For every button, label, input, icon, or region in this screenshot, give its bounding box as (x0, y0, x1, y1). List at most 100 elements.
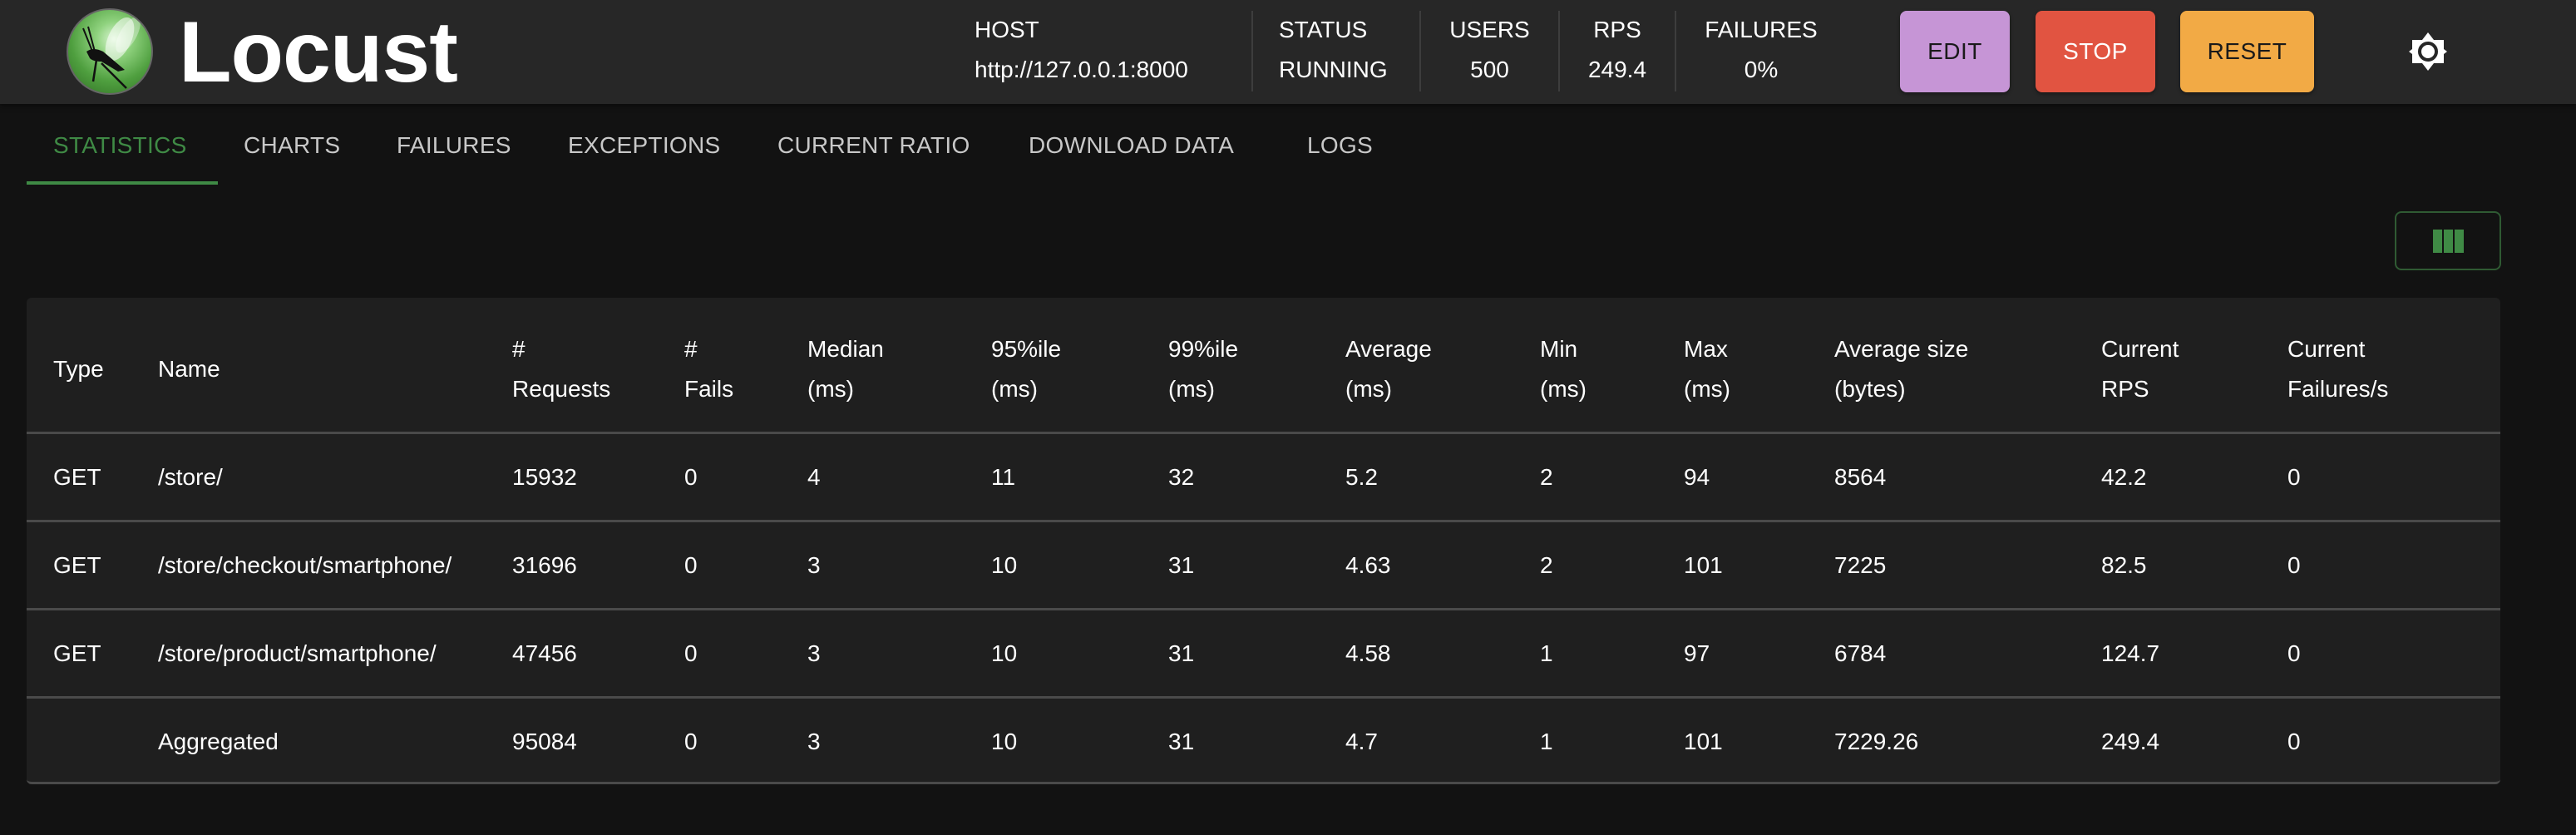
col-header-current-failures[interactable]: Current Failures/s (2287, 329, 2388, 409)
stat-rps: RPS 249.4 (1560, 15, 1675, 90)
cell-requests: 31696 (512, 552, 577, 578)
col-header-line: Fails (684, 376, 734, 402)
top-bar: Locust HOST http://127.0.0.1:8000 STATUS… (0, 0, 2576, 104)
cell-requests: 95084 (512, 729, 577, 754)
col-header-average-size[interactable]: Average size (bytes) (1834, 329, 1968, 409)
cell-current-failures: 0 (2287, 640, 2301, 666)
stat-status-label: STATUS (1279, 17, 1368, 42)
col-header-average[interactable]: Average (ms) (1345, 329, 1432, 409)
cell-current-failures: 0 (2287, 464, 2301, 490)
cell-current-rps: 124.7 (2101, 640, 2160, 666)
col-header-line: (ms) (1345, 376, 1392, 402)
cell-name: /store/ (158, 464, 223, 490)
stat-failures-value: 0% (1744, 57, 1779, 82)
col-header-line: Average (1345, 336, 1432, 362)
col-header-line: 95%ile (991, 336, 1062, 362)
col-header-current-rps[interactable]: Current RPS (2101, 329, 2179, 409)
col-header-line: Current (2287, 336, 2366, 362)
cell-p99: 31 (1168, 729, 1195, 754)
cell-avg-size: 7225 (1834, 552, 1887, 578)
col-header-line: Average size (1834, 336, 1969, 362)
col-header-line: Requests (512, 376, 611, 402)
cell-average: 4.7 (1345, 729, 1378, 754)
col-header-line: (ms) (1540, 376, 1587, 402)
table-row: Aggregated 95084 0 3 10 31 4.7 1 101 7229.26 249.4… (27, 696, 2500, 782)
stop-button[interactable]: STOP (2036, 11, 2155, 92)
stat-users: USERS 500 (1421, 15, 1558, 90)
stat-rps-label: RPS (1593, 17, 1641, 42)
cell-requests: 15932 (512, 464, 577, 490)
col-header-line: Max (1684, 336, 1728, 362)
cell-max: 97 (1684, 640, 1710, 666)
col-header-max[interactable]: Max (ms) (1684, 329, 1730, 409)
cell-median: 3 (807, 552, 821, 578)
cell-fails: 0 (684, 464, 698, 490)
col-header-median[interactable]: Median (ms) (807, 329, 884, 409)
column-selector-button[interactable] (2395, 211, 2501, 270)
col-header-line: Min (1540, 336, 1578, 362)
cell-p95: 10 (991, 729, 1018, 754)
tab-current-ratio[interactable]: CURRENT RATIO (777, 116, 970, 186)
col-header-99ile[interactable]: 99%ile (ms) (1168, 329, 1238, 409)
cell-min: 2 (1540, 552, 1553, 578)
brightness-icon[interactable] (2408, 32, 2448, 72)
cell-fails: 0 (684, 640, 698, 666)
tab-download-data[interactable]: DOWNLOAD DATA (1029, 116, 1234, 186)
col-header-line: (ms) (807, 376, 854, 402)
cell-current-rps: 82.5 (2101, 552, 2147, 578)
locust-logo-icon (67, 8, 153, 95)
col-header-95ile[interactable]: 95%ile (ms) (991, 329, 1061, 409)
tab-failures[interactable]: FAILURES (397, 116, 511, 186)
cell-name: /store/product/smartphone/ (158, 640, 437, 666)
cell-median: 3 (807, 729, 821, 754)
col-header-fails[interactable]: # Fails (684, 329, 733, 409)
cell-avg-size: 8564 (1834, 464, 1887, 490)
tab-statistics[interactable]: STATISTICS (53, 116, 187, 186)
col-header-line: 99%ile (1168, 336, 1239, 362)
cell-p95: 10 (991, 552, 1018, 578)
col-header-type[interactable]: Type (53, 349, 104, 389)
col-header-name[interactable]: Name (158, 349, 220, 389)
stat-failures-label: FAILURES (1705, 17, 1818, 42)
stat-host-value: http://127.0.0.1:8000 (975, 57, 1188, 82)
tab-exceptions[interactable]: EXCEPTIONS (568, 116, 720, 186)
col-header-line: Median (807, 336, 884, 362)
stat-status-value: RUNNING (1279, 57, 1388, 82)
reset-button[interactable]: RESET (2180, 11, 2314, 92)
cell-p99: 31 (1168, 552, 1195, 578)
cell-p99: 31 (1168, 640, 1195, 666)
stat-users-label: USERS (1449, 17, 1530, 42)
stat-failures: FAILURES 0% (1676, 15, 1846, 90)
stat-rps-value: 249.4 (1587, 57, 1647, 82)
col-header-line: (bytes) (1834, 376, 1906, 402)
tab-charts[interactable]: CHARTS (244, 116, 340, 186)
cell-name: Aggregated (158, 729, 279, 754)
active-tab-indicator (27, 181, 218, 185)
cell-median: 4 (807, 464, 821, 490)
col-header-requests[interactable]: # Requests (512, 329, 610, 409)
cell-requests: 47456 (512, 640, 577, 666)
cell-p95: 11 (991, 464, 1016, 490)
stat-users-value: 500 (1470, 57, 1509, 82)
col-header-min[interactable]: Min (ms) (1540, 329, 1587, 409)
cell-current-rps: 42.2 (2101, 464, 2147, 490)
cell-average: 4.58 (1345, 640, 1391, 666)
cell-fails: 0 (684, 552, 698, 578)
stat-host: HOST http://127.0.0.1:8000 (975, 15, 1188, 90)
table-row: GET/store/checkout/smartphone/31696 0 3 10 3… (27, 520, 2500, 608)
cell-current-failures: 0 (2287, 729, 2301, 754)
col-header-line: RPS (2101, 376, 2149, 402)
col-header-line: (ms) (1684, 376, 1730, 402)
col-header-line: (ms) (1168, 376, 1215, 402)
edit-button[interactable]: EDIT (1900, 11, 2010, 92)
col-header-line: # (684, 336, 698, 362)
table-row: GET/store/15932 0 4 11 32 5.2 2 94 8564 42.2 0 (27, 432, 2500, 520)
cell-median: 3 (807, 640, 821, 666)
cell-fails: 0 (684, 729, 698, 754)
cell-min: 1 (1540, 729, 1553, 754)
statistics-table: Type Name # Requests # Fails Median (ms) 95… (27, 298, 2500, 784)
cell-min: 1 (1540, 640, 1553, 666)
cell-max: 101 (1684, 729, 1723, 754)
tab-logs[interactable]: LOGS (1307, 116, 1373, 186)
cell-current-rps: 249.4 (2101, 729, 2160, 754)
